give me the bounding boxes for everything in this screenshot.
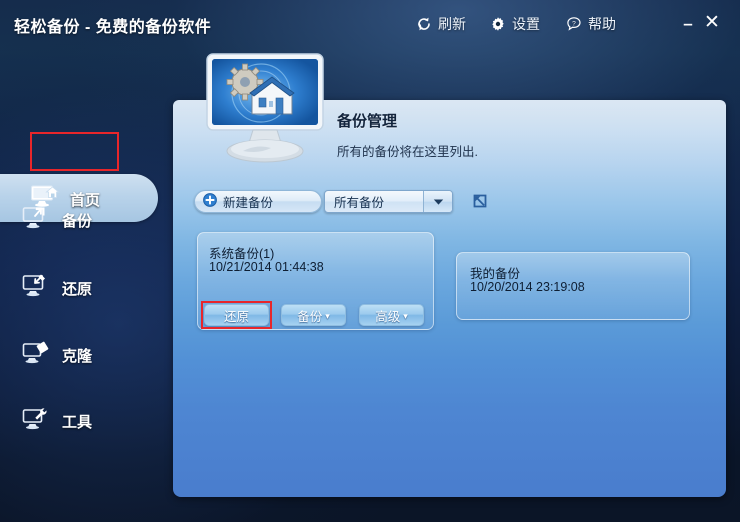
refresh-list-icon[interactable]: [470, 191, 490, 211]
titlebar-help-button[interactable]: ? 帮助: [566, 13, 616, 35]
titlebar-settings-button[interactable]: 设置: [490, 13, 540, 35]
sidebar-item-tools-label: 工具: [62, 413, 93, 431]
backup-filter-dropdown[interactable]: 所有备份: [324, 190, 453, 213]
backup-button-label: 备份: [297, 309, 323, 324]
monitor-tools-icon: [22, 406, 52, 437]
monitor-clone-icon: [22, 340, 52, 371]
chevron-down-icon: ▾: [403, 310, 408, 321]
app-title: 轻松备份 - 免费的备份软件: [14, 19, 212, 36]
monitor-house-gear-icon: [203, 52, 327, 170]
sidebar-item-restore[interactable]: 还原: [22, 268, 172, 308]
sidebar-item-clone[interactable]: 克隆: [22, 335, 172, 375]
monitor-restore-icon: [22, 273, 52, 304]
sidebar-item-restore-label: 还原: [62, 280, 93, 298]
titlebar-settings-label: 设置: [512, 16, 540, 32]
close-button[interactable]: ✕: [701, 12, 723, 34]
titlebar-refresh-label: 刷新: [438, 16, 466, 32]
page-title: 备份管理: [337, 113, 398, 130]
sidebar: 首页 备份 还原 克隆 工具: [0, 46, 176, 522]
advanced-button-label: 高级: [375, 309, 401, 324]
new-backup-label: 新建备份: [223, 196, 274, 210]
title-bar: 轻松备份 - 免费的备份软件 刷新 设置 ? 帮助 – ✕: [0, 0, 740, 46]
sidebar-item-backup[interactable]: 备份: [22, 200, 172, 240]
plus-circle-icon: [203, 193, 217, 210]
help-icon: ?: [566, 16, 582, 32]
minimize-button[interactable]: –: [679, 15, 697, 33]
chevron-down-icon: ▾: [325, 310, 330, 321]
gear-icon: [490, 16, 506, 32]
restore-button-label: 还原: [223, 309, 249, 324]
backup-card-date: 10/20/2014 23:19:08: [470, 280, 585, 294]
sidebar-item-tools[interactable]: 工具: [22, 401, 172, 441]
backup-filter-value: 所有备份: [334, 196, 385, 210]
monitor-backup-icon: [22, 205, 52, 236]
application-window: 轻松备份 - 免费的备份软件 刷新 设置 ? 帮助 – ✕ 首页 备份 还原 克…: [0, 0, 740, 522]
restore-button[interactable]: 还原: [204, 304, 269, 326]
new-backup-button[interactable]: 新建备份: [194, 190, 322, 213]
chevron-down-icon[interactable]: [423, 191, 452, 212]
sidebar-item-backup-label: 备份: [62, 212, 93, 230]
backup-button[interactable]: 备份 ▾: [281, 304, 346, 326]
refresh-icon: [416, 16, 432, 32]
titlebar-refresh-button[interactable]: 刷新: [416, 13, 466, 35]
backup-card-date: 10/21/2014 01:44:38: [209, 260, 324, 274]
titlebar-help-label: 帮助: [588, 16, 616, 32]
page-subtitle: 所有的备份将在这里列出.: [337, 145, 478, 159]
sidebar-item-clone-label: 克隆: [62, 347, 93, 365]
svg-text:?: ?: [572, 20, 576, 27]
advanced-button[interactable]: 高级 ▾: [359, 304, 424, 326]
